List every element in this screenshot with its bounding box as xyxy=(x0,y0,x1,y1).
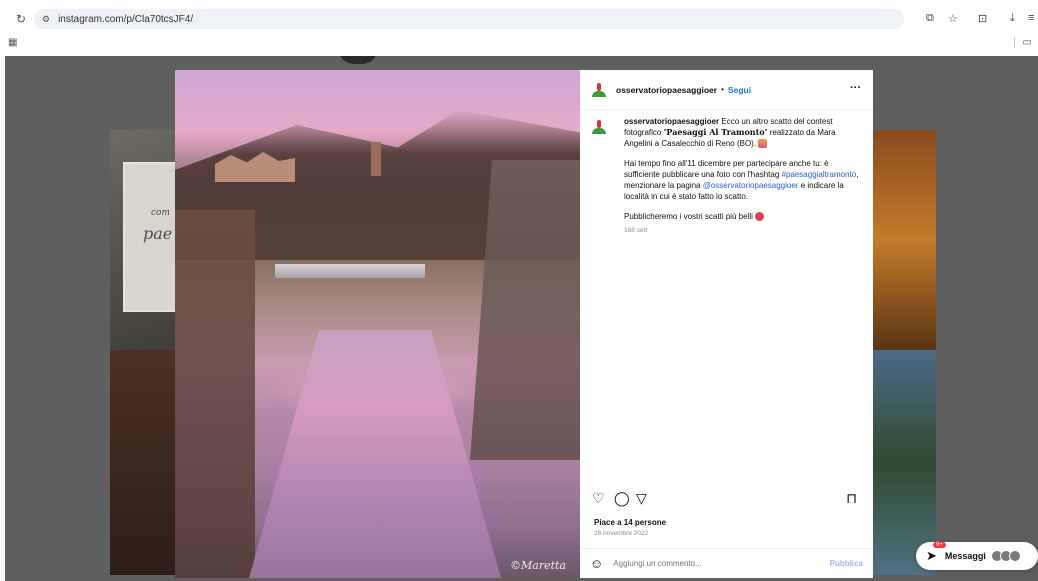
caption-time[interactable]: 168 sett xyxy=(624,227,647,234)
photo-weir xyxy=(275,264,425,278)
profile-avatar-background xyxy=(338,56,378,64)
post-header: osservatoriopaesaggioer • Segui ··· xyxy=(580,70,873,110)
save-bookmark-icon[interactable]: ⊓ xyxy=(846,490,857,507)
share-icon[interactable]: ▽ xyxy=(636,490,647,507)
caption-contest-name: Paesaggi Al Tramonto xyxy=(666,127,765,137)
more-options-icon[interactable]: ··· xyxy=(850,82,861,94)
messages-badge: 9+ xyxy=(933,542,946,548)
profile-avatar[interactable] xyxy=(590,81,608,99)
reload-icon[interactable]: ↻ xyxy=(16,12,26,26)
grid-thumbnail-left-bottom[interactable] xyxy=(110,350,180,575)
action-bar: ♡ ◯ ▽ ⊓ xyxy=(590,490,865,510)
grid-thumbnail-right-top[interactable] xyxy=(872,130,936,350)
post-photo[interactable]: ©Maretta xyxy=(175,70,580,578)
mention-link[interactable]: @osservatoriopaesaggioer xyxy=(703,181,799,190)
message-avatars xyxy=(990,550,1021,562)
caption-text-3: Pubblicheremo i vostri scatti più belli xyxy=(624,212,753,221)
post-modal: ©Maretta osservatoriopaesaggioer • Segui… xyxy=(175,70,873,578)
post-comment-button[interactable]: Pubblica xyxy=(830,559,863,568)
extensions-icon[interactable]: ⊡ xyxy=(978,12,987,25)
photo-trees-left xyxy=(175,210,255,578)
post-sidebar: osservatoriopaesaggioer • Segui ··· osse… xyxy=(580,70,873,578)
hashtag-link[interactable]: #paesaggialtramonto xyxy=(782,170,857,179)
install-app-icon[interactable]: ⧉ xyxy=(926,12,934,25)
messenger-icon: ➤ 9+ xyxy=(926,542,946,564)
menu-icon[interactable]: ≡ xyxy=(1028,12,1034,24)
post-caption: osservatoriopaesaggioer Ecco un altro sc… xyxy=(590,116,865,236)
header-username[interactable]: osservatoriopaesaggioer xyxy=(616,85,717,95)
grid-thumbnail-card[interactable]: com pae xyxy=(123,162,179,312)
comment-bar: ☺ Aggiungi un commento... Pubblica xyxy=(580,548,873,578)
caption-avatar[interactable] xyxy=(590,118,608,136)
photo-church xyxy=(371,142,381,176)
emoji-picker-icon[interactable]: ☺ xyxy=(590,556,603,571)
bookmarks-bar xyxy=(0,34,1038,52)
download-icon[interactable]: ⤓ xyxy=(1010,12,1015,25)
card-text-1: com xyxy=(151,208,170,218)
caption-username[interactable]: osservatoriopaesaggioer xyxy=(624,117,719,126)
comment-icon[interactable]: ◯ xyxy=(614,490,630,507)
heart-eyes-emoji-icon xyxy=(755,212,765,222)
photo-watermark: ©Maretta xyxy=(510,559,566,572)
like-heart-icon[interactable]: ♡ xyxy=(592,490,605,507)
card-text-2: pae xyxy=(143,224,173,243)
messages-label: Messaggi xyxy=(944,551,986,561)
post-date: 26 novembre 2022 xyxy=(594,530,649,537)
url-text: instagram.com/p/Cla70tcsJF4/ xyxy=(58,13,194,25)
follow-button[interactable]: Segui xyxy=(728,85,751,95)
header-separator: • xyxy=(721,85,724,94)
apps-grid-icon[interactable]: ▦ xyxy=(8,37,17,48)
messages-widget[interactable]: ➤ 9+ Messaggi xyxy=(916,542,1038,570)
site-settings-icon[interactable]: ⚙ xyxy=(42,14,50,25)
address-bar[interactable]: ⚙ instagram.com/p/Cla70tcsJF4/ xyxy=(34,9,904,29)
likes-count[interactable]: Piace a 14 persone xyxy=(594,518,666,527)
sunset-emoji-icon xyxy=(758,139,768,149)
comment-input[interactable]: Aggiungi un commento... xyxy=(613,559,829,568)
bookmark-folder-icon[interactable]: ▭ xyxy=(1013,37,1032,48)
bookmark-star-icon[interactable]: ☆ xyxy=(948,12,958,25)
